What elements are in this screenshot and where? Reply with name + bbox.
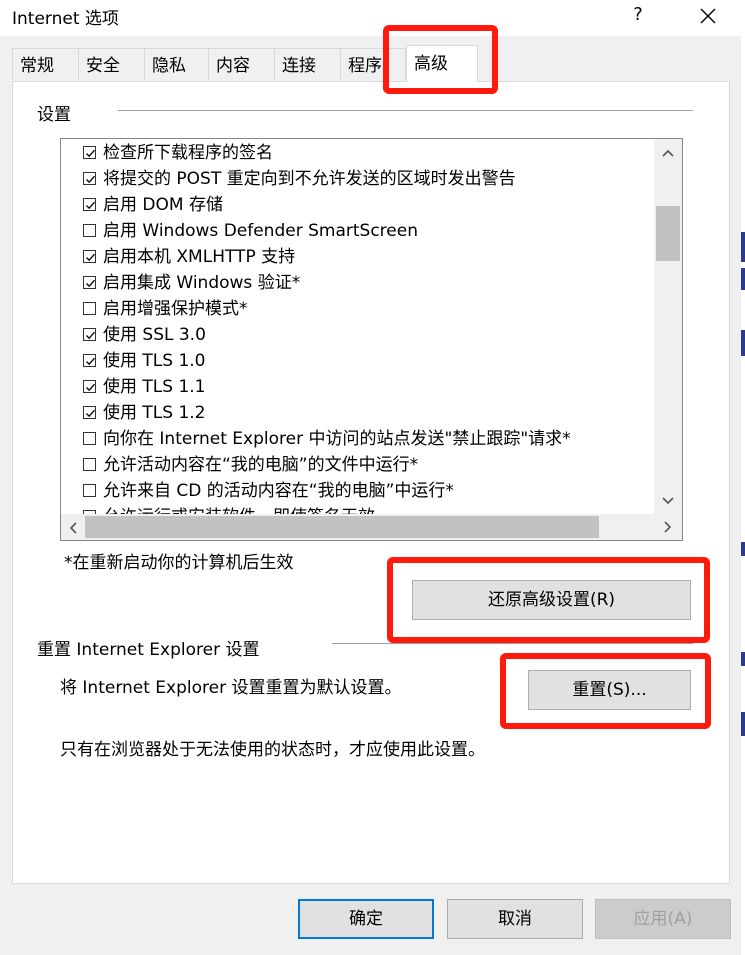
list-item[interactable]: 向你在 Internet Explorer 中访问的站点发送"禁止跟踪"请求* <box>83 426 571 452</box>
vertical-scrollbar[interactable] <box>654 139 682 514</box>
horizontal-scroll-thumb[interactable] <box>85 516 599 538</box>
list-item-label: 使用 TLS 1.2 <box>103 403 206 423</box>
checkbox-checked[interactable] <box>83 380 96 393</box>
vertical-scroll-thumb[interactable] <box>656 206 680 261</box>
tab-4[interactable]: 内容 <box>208 48 275 80</box>
list-item[interactable]: 启用 Windows Defender SmartScreen <box>83 218 418 244</box>
close-icon <box>700 8 716 24</box>
close-button[interactable] <box>692 2 724 30</box>
checkbox-checked[interactable] <box>83 406 96 419</box>
list-item-label: 允许活动内容在“我的电脑”的文件中运行* <box>103 455 419 475</box>
tab-2[interactable]: 安全 <box>78 48 145 80</box>
cancel-button[interactable]: 取消 <box>447 899 583 939</box>
list-item-label: 允许来自 CD 的活动内容在“我的电脑”中运行* <box>103 481 454 501</box>
check-icon <box>86 149 95 158</box>
list-item[interactable]: 检查所下载程序的签名 <box>83 140 273 166</box>
settings-list[interactable]: 检查所下载程序的签名将提交的 POST 重定向到不允许发送的区域时发出警告 启用 … <box>60 138 683 541</box>
list-item-label: 向你在 Internet Explorer 中访问的站点发送"禁止跟踪"请求* <box>103 429 571 449</box>
chevron-right-icon[interactable] <box>664 521 672 533</box>
list-item-label: 启用增强保护模式* <box>103 299 248 319</box>
list-item[interactable]: 使用 SSL 3.0 <box>83 322 206 348</box>
list-item-label: 启用本机 XMLHTTP 支持 <box>103 247 296 267</box>
list-item[interactable]: 将提交的 POST 重定向到不允许发送的区域时发出警告 <box>83 166 516 192</box>
check-icon <box>86 175 95 184</box>
list-item-label: 使用 TLS 1.1 <box>103 377 206 397</box>
apply-button[interactable]: 应用(A) <box>595 899 731 939</box>
check-icon <box>86 409 95 418</box>
reset-group-label: 重置 Internet Explorer 设置 <box>37 640 260 660</box>
list-item-label: 使用 TLS 1.0 <box>103 351 206 371</box>
edge-mark <box>741 542 745 556</box>
checkbox-unchecked[interactable] <box>83 484 96 497</box>
list-item-label: 使用 SSL 3.0 <box>103 325 206 345</box>
ok-button[interactable]: 确定 <box>298 899 434 939</box>
tab-5[interactable]: 连接 <box>274 48 341 80</box>
checkbox-checked[interactable] <box>83 328 96 341</box>
checkbox-unchecked[interactable] <box>83 458 96 471</box>
checkbox-unchecked[interactable] <box>83 302 96 315</box>
edge-mark <box>741 268 745 290</box>
list-item[interactable]: 启用本机 XMLHTTP 支持 <box>83 244 295 270</box>
list-item-label: 启用集成 Windows 验证* <box>103 273 301 293</box>
check-icon <box>86 201 95 210</box>
check-icon <box>86 383 95 392</box>
tab-3[interactable]: 隐私 <box>144 48 209 80</box>
list-item-label: 将提交的 POST 重定向到不允许发送的区域时发出警告 <box>103 169 516 189</box>
list-item[interactable]: 允许来自 CD 的活动内容在“我的电脑”中运行* <box>83 478 454 504</box>
list-item[interactable]: 使用 TLS 1.2 <box>83 400 206 426</box>
check-icon <box>86 279 95 288</box>
restart-note: *在重新启动你的计算机后生效 <box>64 553 294 573</box>
check-icon <box>86 357 95 366</box>
checkbox-checked[interactable] <box>83 250 96 263</box>
list-item-label: 启用 DOM 存储 <box>103 195 223 215</box>
check-icon <box>86 253 95 262</box>
check-icon <box>86 331 95 340</box>
checkbox-checked[interactable] <box>83 172 96 185</box>
checkbox-unchecked[interactable] <box>83 224 96 237</box>
help-button[interactable]: ? <box>624 2 652 30</box>
edge-mark <box>741 232 745 262</box>
list-item[interactable]: 启用集成 Windows 验证* <box>83 270 300 296</box>
list-item[interactable]: 允许活动内容在“我的电脑”的文件中运行* <box>83 452 418 478</box>
list-item[interactable]: 启用增强保护模式* <box>83 296 248 322</box>
background-window-edge <box>741 0 745 955</box>
highlight-box-advanced-tab <box>383 25 498 94</box>
chevron-left-icon[interactable] <box>69 522 77 534</box>
scroll-corner <box>654 514 682 540</box>
checkbox-unchecked[interactable] <box>83 432 96 445</box>
window-title: Internet 选项 <box>12 9 119 29</box>
chevron-down-icon[interactable] <box>662 497 674 505</box>
list-item-label: 检查所下载程序的签名 <box>103 143 273 163</box>
highlight-box-restore-button <box>387 557 710 643</box>
checkbox-checked[interactable] <box>83 276 96 289</box>
list-item[interactable]: 使用 TLS 1.1 <box>83 374 206 400</box>
checkbox-checked[interactable] <box>83 146 96 159</box>
edge-mark <box>741 652 745 666</box>
reset-divider <box>332 643 693 644</box>
settings-divider <box>118 110 693 111</box>
reset-description: 将 Internet Explorer 设置重置为默认设置。 <box>60 678 402 698</box>
tab-1[interactable]: 常规 <box>12 48 79 80</box>
settings-group-label: 设置 <box>37 105 71 125</box>
checkbox-checked[interactable] <box>83 354 96 367</box>
chevron-up-icon[interactable] <box>662 149 674 157</box>
checkbox-checked[interactable] <box>83 198 96 211</box>
list-item-label: 启用 Windows Defender SmartScreen <box>103 221 418 241</box>
reset-note: 只有在浏览器处于无法使用的状态时，才应使用此设置。 <box>60 740 485 760</box>
list-item[interactable]: 启用 DOM 存储 <box>83 192 223 218</box>
edge-mark <box>741 330 745 356</box>
highlight-box-reset-button <box>500 653 711 729</box>
list-item[interactable]: 使用 TLS 1.0 <box>83 348 206 374</box>
edge-mark <box>741 712 745 736</box>
